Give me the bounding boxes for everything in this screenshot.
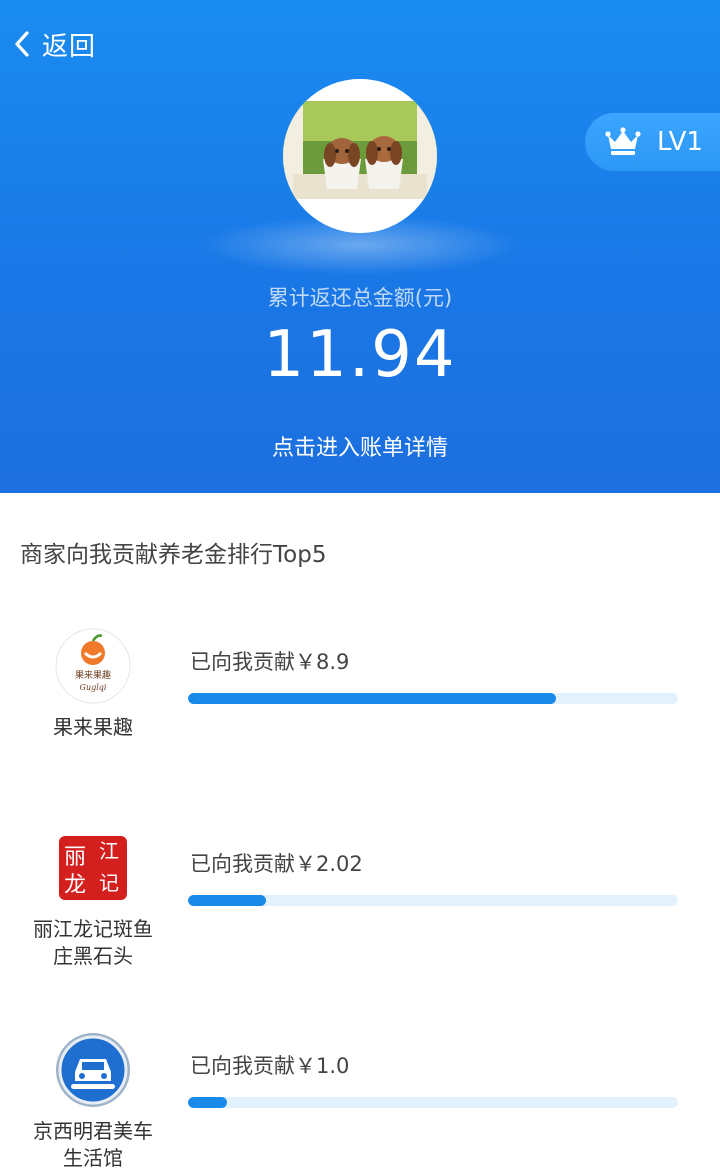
total-amount-value: 11.94 — [263, 318, 457, 392]
header-panel: 返回 LV1 累计返还总金额(元) 11.94 点击进入账单详情 — [0, 0, 720, 493]
merchant-logo-lijianglongji: 丽 江 龙 记 — [55, 830, 131, 906]
merchant-amount: 已向我贡献￥2.02 — [190, 852, 363, 876]
logo-char: 记 — [99, 871, 119, 895]
logo-subtext: Guglqi — [80, 683, 107, 692]
back-button[interactable]: 返回 — [14, 22, 96, 66]
total-amount-label: 累计返还总金额(元) — [267, 286, 453, 310]
logo-char: 龙 — [64, 873, 86, 898]
progress-fill — [188, 1097, 228, 1108]
merchant-item[interactable]: 果来果趣 Guglqi 果来果趣 已向我贡献￥8.9 — [0, 626, 720, 796]
level-badge[interactable]: LV1 — [585, 113, 720, 171]
merchant-item[interactable]: 丽 江 龙 记 丽江龙记斑鱼庄黑石头 已向我贡献￥2.02 — [0, 828, 720, 998]
level-label: LV1 — [657, 127, 703, 157]
merchant-logo-car-service — [55, 1032, 131, 1108]
logo-text: 果来果趣 — [75, 669, 111, 681]
progress-track — [188, 895, 678, 906]
page: 返回 LV1 累计返还总金额(元) 11.94 点击进入账单详情 商家向我贡献养… — [0, 0, 720, 1170]
merchant-amount: 已向我贡献￥1.0 — [190, 1054, 350, 1078]
avatar[interactable] — [283, 79, 437, 233]
merchant-amount: 已向我贡献￥8.9 — [190, 650, 350, 674]
progress-track — [188, 693, 678, 704]
logo-char: 江 — [99, 839, 119, 863]
chevron-left-icon — [15, 31, 29, 57]
back-label: 返回 — [42, 31, 97, 62]
ranking-title: 商家向我贡献养老金排行Top5 — [20, 542, 327, 568]
merchant-name: 果来果趣 — [53, 715, 133, 739]
progress-fill — [188, 693, 556, 704]
crown-icon — [605, 127, 641, 155]
logo-char: 丽 — [64, 845, 86, 870]
merchant-name: 京西明君美车生活馆 — [33, 1119, 153, 1170]
merchant-item[interactable]: 京西明君美车生活馆 已向我贡献￥1.0 — [0, 1030, 720, 1170]
progress-track — [188, 1097, 678, 1108]
progress-fill — [188, 895, 267, 906]
bill-details-link[interactable]: 点击进入账单详情 — [0, 430, 720, 462]
merchant-logo-guolaiguoqu: 果来果趣 Guglqi — [55, 628, 131, 704]
merchant-name: 丽江龙记斑鱼庄黑石头 — [33, 917, 153, 968]
